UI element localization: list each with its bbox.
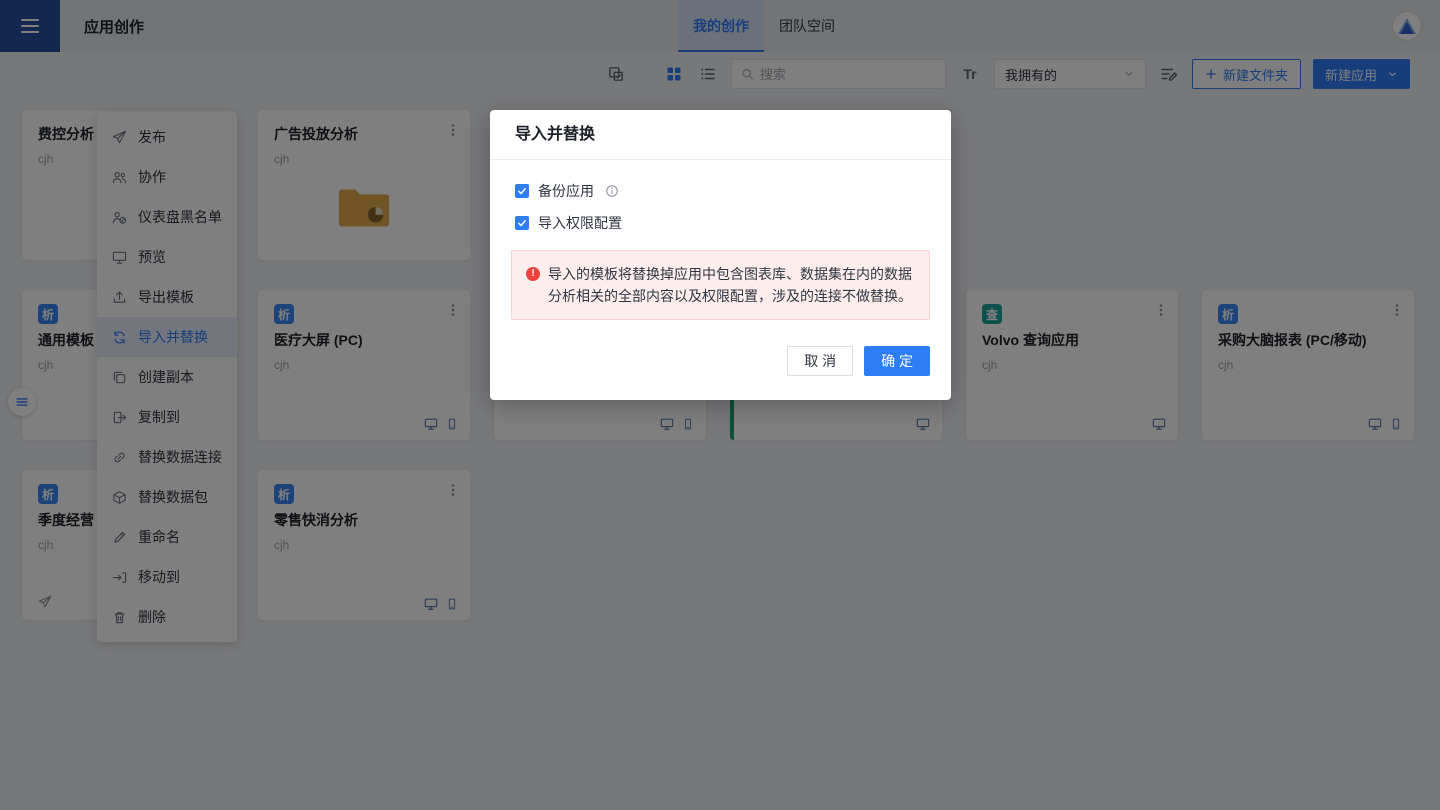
confirm-button[interactable]: 确 定 [864,346,930,376]
check-icon [517,218,527,228]
backup-app-checkbox[interactable] [515,184,529,198]
error-icon: ! [526,267,540,281]
warning-line-2: 分析相关的全部内容以及权限配置，涉及的连接不做替换。 [548,285,912,307]
info-icon[interactable] [605,184,619,198]
import-permission-label: 导入权限配置 [538,213,622,233]
dialog-title: 导入并替换 [490,110,951,160]
import-replace-dialog: 导入并替换 备份应用 导入权限配置 ! 导入的模板将替换掉应用中包含图表库、数据… [490,110,951,400]
cancel-button[interactable]: 取 消 [787,346,853,376]
warning-banner: ! 导入的模板将替换掉应用中包含图表库、数据集在内的数据 分析相关的全部内容以及… [511,250,930,320]
backup-app-label: 备份应用 [538,181,594,201]
check-icon [517,186,527,196]
import-permission-checkbox[interactable] [515,216,529,230]
warning-line-1: 导入的模板将替换掉应用中包含图表库、数据集在内的数据 [548,263,912,285]
warning-text: 导入的模板将替换掉应用中包含图表库、数据集在内的数据 分析相关的全部内容以及权限… [548,263,912,307]
